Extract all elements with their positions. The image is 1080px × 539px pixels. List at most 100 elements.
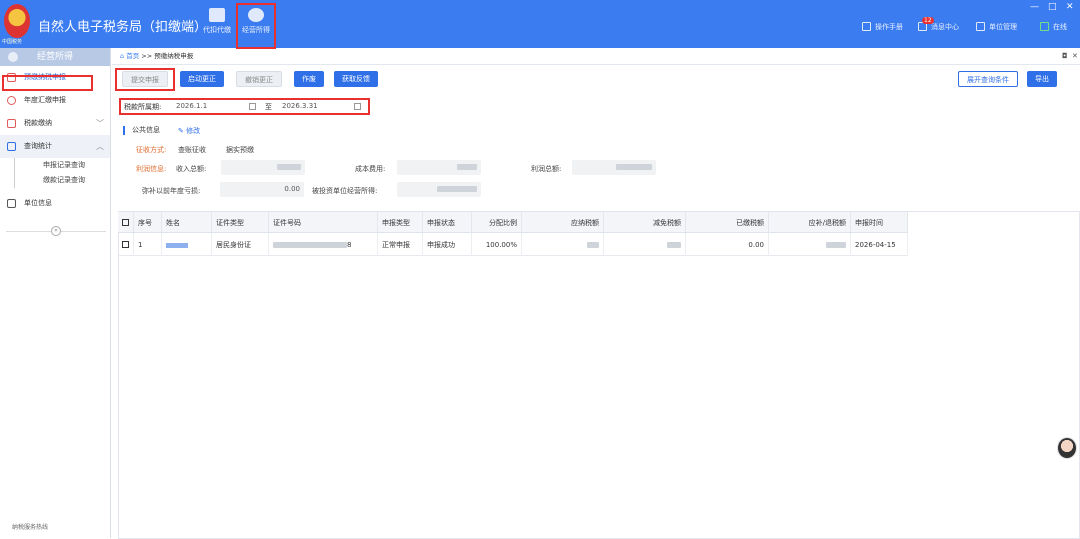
edit-public-info-link[interactable]: ✎ 修改 xyxy=(178,126,200,136)
manual-link[interactable]: 操作手册 xyxy=(862,22,903,32)
chevron-down-icon: ﹀ xyxy=(96,119,104,128)
export-button[interactable]: 导出 xyxy=(1027,71,1057,87)
expand-query-button[interactable]: 展开查询条件 xyxy=(958,71,1018,87)
chat-icon xyxy=(1040,22,1049,31)
sidebar-item-label: 年度汇缴申报 xyxy=(24,96,66,104)
org-management-label: 单位管理 xyxy=(989,23,1017,31)
profit-info-label: 利润信息: xyxy=(136,165,167,173)
prepay-basis-value: 据实预缴 xyxy=(226,146,254,154)
row-name-link[interactable] xyxy=(162,234,212,256)
sidebar: 经营所得 预缴纳税申报 年度汇缴申报 税款缴纳 ﹀ 查询统计 ︿ 申报记录查询 … xyxy=(0,48,111,538)
income-total-label: 收入总额: xyxy=(176,165,207,173)
top-bar: 中国税务 自然人电子税务局（扣缴端） 代扣代缴 经营所得 操作手册 消息中心 1… xyxy=(0,0,1080,49)
col-declare-time: 申报时间 xyxy=(851,212,908,234)
nav-withholding[interactable]: 代扣代缴 xyxy=(198,6,236,44)
book-icon xyxy=(862,22,871,31)
row-ratio: 100.00% xyxy=(472,234,522,256)
breadcrumb-current: 预缴纳税申报 xyxy=(154,52,194,60)
online-label: 在线 xyxy=(1053,23,1067,31)
profit-total-field[interactable] xyxy=(572,160,656,175)
card-icon xyxy=(7,119,16,128)
app-title: 自然人电子税务局（扣缴端） xyxy=(38,20,208,35)
close-button[interactable]: ✕ xyxy=(1066,2,1074,12)
table-header: 序号 姓名 证件类型 证件号码 申报类型 申报状态 分配比例 应纳税额 减免税额… xyxy=(118,211,908,234)
sidebar-item-label: 税款缴纳 xyxy=(24,119,52,127)
table-icon xyxy=(7,199,16,208)
yen-icon xyxy=(7,96,16,105)
cost-field[interactable] xyxy=(397,160,481,175)
customer-service-avatar-icon[interactable] xyxy=(1057,437,1077,459)
row-tax-due-refund xyxy=(769,234,851,256)
submit-annotation-box xyxy=(115,68,175,91)
sidebar-item-label: 查询统计 xyxy=(24,142,52,150)
briefcase-icon xyxy=(8,52,18,62)
col-id-number: 证件号码 xyxy=(269,212,378,234)
row-declare-type: 正常申报 xyxy=(378,234,423,256)
void-button[interactable]: 作废 xyxy=(294,71,324,87)
col-id-type: 证件类型 xyxy=(212,212,269,234)
restore-tab-icon[interactable]: ◘ xyxy=(1062,48,1068,65)
col-tax-paid: 已缴税额 xyxy=(686,212,769,234)
row-checkbox[interactable] xyxy=(118,234,134,256)
start-correction-button[interactable]: 启动更正 xyxy=(180,71,224,87)
row-tax-payable xyxy=(522,234,604,256)
sidebar-item-org-info[interactable]: 单位信息 xyxy=(0,192,110,215)
sidebar-item-tax-payment[interactable]: 税款缴纳 ﹀ xyxy=(0,112,110,135)
cancel-correction-button[interactable]: 撤销更正 xyxy=(236,71,282,87)
tax-bureau-emblem-icon xyxy=(4,4,30,38)
row-status: 申报成功 xyxy=(423,234,472,256)
breadcrumb: ⌂ 首页 >> 预缴纳税申报 ◘ ✕ xyxy=(112,48,1080,65)
hotline-footer: 纳税服务热线 xyxy=(12,524,49,531)
table-frame xyxy=(118,211,1080,539)
row-index: 1 xyxy=(134,234,162,256)
row-tax-paid: 0.00 xyxy=(686,234,769,256)
online-service-link[interactable]: 在线 xyxy=(1040,22,1067,32)
close-tab-icon[interactable]: ✕ xyxy=(1072,48,1078,65)
minimize-button[interactable]: — xyxy=(1030,2,1039,12)
chevron-up-icon: ︿ xyxy=(96,142,104,151)
manual-label: 操作手册 xyxy=(875,23,903,31)
col-ratio: 分配比例 xyxy=(472,212,522,234)
col-tax-due-refund: 应补/退税额 xyxy=(769,212,851,234)
col-declare-type: 申报类型 xyxy=(378,212,423,234)
sidebar-item-annual-declaration[interactable]: 年度汇缴申报 xyxy=(0,89,110,112)
message-count-badge: 12 xyxy=(922,17,934,24)
breadcrumb-separator: >> xyxy=(141,52,153,60)
sidebar-subitem-declaration-records[interactable]: 申报记录查询 xyxy=(14,158,110,173)
investee-income-field[interactable] xyxy=(397,182,481,197)
row-tax-reduction xyxy=(604,234,686,256)
period-annotation-box xyxy=(119,98,370,115)
table-row[interactable]: 1 居民身份证 8 正常申报 申报成功 100.00% 0.00 2026-04… xyxy=(118,234,908,256)
sidebar-item-query-stats[interactable]: 查询统计 ︿ xyxy=(0,135,110,158)
nav-annotation-box xyxy=(236,3,276,49)
row-id-type: 居民身份证 xyxy=(212,234,269,256)
income-total-field[interactable] xyxy=(221,160,305,175)
sidebar-title: 经营所得 xyxy=(36,52,73,62)
building-icon xyxy=(976,22,985,31)
row-declare-time: 2026-04-15 xyxy=(851,234,908,256)
wallet-icon xyxy=(209,8,225,22)
sidebar-annotation-box xyxy=(2,75,93,91)
sidebar-subitem-payment-records[interactable]: 缴款记录查询 xyxy=(14,173,110,188)
public-info-title: 公共信息 xyxy=(123,126,160,135)
collapse-sidebar-button[interactable]: « xyxy=(51,226,61,236)
row-id-number: 8 xyxy=(269,234,378,256)
get-feedback-button[interactable]: 获取反馈 xyxy=(334,71,378,87)
select-all-checkbox[interactable] xyxy=(118,212,134,234)
col-name: 姓名 xyxy=(162,212,212,234)
collection-method-label: 征收方式: xyxy=(136,146,167,154)
logo-text: 中国税务 xyxy=(2,39,23,45)
col-tax-payable: 应纳税额 xyxy=(522,212,604,234)
sidebar-group-query: 查询统计 ︿ xyxy=(0,135,110,158)
sidebar-header: 经营所得 xyxy=(0,48,110,66)
col-tax-reduction: 减免税额 xyxy=(604,212,686,234)
maximize-button[interactable]: □ xyxy=(1048,2,1057,12)
chart-icon xyxy=(7,142,16,151)
prior-loss-field[interactable]: 0.00 xyxy=(220,182,304,197)
main-panel: ⌂ 首页 >> 预缴纳税申报 ◘ ✕ 提交申报 启动更正 撤销更正 作废 获取反… xyxy=(112,48,1080,539)
col-status: 申报状态 xyxy=(423,212,472,234)
breadcrumb-home[interactable]: ⌂ 首页 xyxy=(120,52,139,60)
profit-total-label: 利润总额: xyxy=(531,165,562,173)
org-management-link[interactable]: 单位管理 xyxy=(976,22,1017,32)
nav-withholding-label: 代扣代缴 xyxy=(203,26,231,34)
